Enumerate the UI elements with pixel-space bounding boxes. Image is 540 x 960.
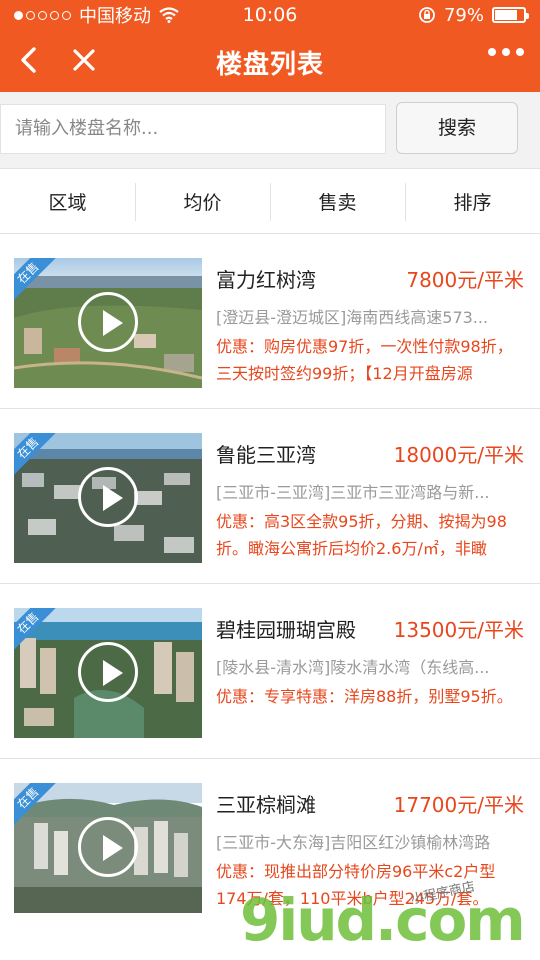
page-title: 楼盘列表 xyxy=(215,50,324,80)
play-icon xyxy=(78,467,138,527)
listing-address: [三亚市-三亚湾]三亚市三亚湾路与新... xyxy=(216,483,490,502)
more-dot-icon xyxy=(502,48,510,56)
play-icon xyxy=(78,292,138,352)
more-dot-icon xyxy=(516,48,524,56)
listing-address: [陵水县-清水湾]陵水清水湾（东线高... xyxy=(216,658,490,677)
listing-name: 鲁能三亚湾 xyxy=(216,443,316,467)
more-dot-icon xyxy=(488,48,496,56)
battery-icon xyxy=(492,7,529,23)
listing-address: [澄迈县-澄迈城区]海南西线高速573... xyxy=(216,308,489,327)
filter-area[interactable]: 区域 xyxy=(0,169,135,233)
search-bar: 请输入楼盘名称... 搜索 xyxy=(0,92,540,168)
listing-video-thumbnail[interactable]: 在售 xyxy=(14,258,202,388)
watermark-logo-text: 9iud.com xyxy=(240,886,526,954)
listing-name: 富力红树湾 xyxy=(216,268,316,292)
play-icon xyxy=(78,817,138,877)
listing-promo: 优惠：专享特惠：洋房88折，别墅95折。 xyxy=(216,687,513,706)
search-button[interactable]: 搜索 xyxy=(396,102,518,154)
filter-tabs: 区域 均价 售卖 排序 xyxy=(0,168,540,234)
listing-video-thumbnail[interactable]: 在售 xyxy=(14,783,202,913)
search-input[interactable]: 请输入楼盘名称... xyxy=(0,104,386,154)
listing-promo: 优惠：购房优惠97折，一次性付款98折，三天按时签约99折；【12月开盘房源 xyxy=(216,337,513,383)
listing-price: 13500元/平米 xyxy=(393,618,524,642)
listing-item[interactable]: 在售 鲁能三亚湾 18000元/平米 [三亚市-三亚湾]三亚市三亚湾路与新...… xyxy=(0,409,540,584)
filter-sort[interactable]: 排序 xyxy=(405,169,540,233)
listing-item[interactable]: 在售 富力红树湾 7800元/平米 [澄迈县-澄迈城区]海南西线高速573...… xyxy=(0,234,540,409)
listing-address: [三亚市-大东海]吉阳区红沙镇榆林湾路 xyxy=(216,833,491,852)
more-menu-button[interactable] xyxy=(488,48,524,56)
listing-price: 18000元/平米 xyxy=(393,443,524,467)
filter-average-price[interactable]: 均价 xyxy=(135,169,270,233)
app-header: 中国移动 10:06 79% 楼盘列表 xyxy=(0,0,540,92)
listing-video-thumbnail[interactable]: 在售 xyxy=(14,608,202,738)
listing-name: 三亚棕榈滩 xyxy=(216,793,316,817)
status-bar: 中国移动 10:06 79% xyxy=(0,0,540,30)
play-icon xyxy=(78,642,138,702)
listing-item[interactable]: 在售 碧桂园珊瑚宫殿 13500元/平米 [陵水县-清水湾]陵水清水湾（东线高.… xyxy=(0,584,540,759)
listing-list: 在售 富力红树湾 7800元/平米 [澄迈县-澄迈城区]海南西线高速573...… xyxy=(0,234,540,960)
clock: 10:06 xyxy=(242,4,298,26)
listing-price: 7800元/平米 xyxy=(406,268,524,292)
listing-price: 17700元/平米 xyxy=(393,793,524,817)
nav-bar: 楼盘列表 xyxy=(0,30,540,92)
listing-promo: 优惠：高3区全款95折，分期、按揭为98折。瞰海公寓折后均价2.6万/㎡，非瞰 xyxy=(216,512,507,558)
watermark: 9iud.com 小程序商店 xyxy=(240,879,526,956)
listing-name: 碧桂园珊瑚宫殿 xyxy=(216,618,356,642)
filter-sale-status[interactable]: 售卖 xyxy=(270,169,405,233)
listing-video-thumbnail[interactable]: 在售 xyxy=(14,433,202,563)
